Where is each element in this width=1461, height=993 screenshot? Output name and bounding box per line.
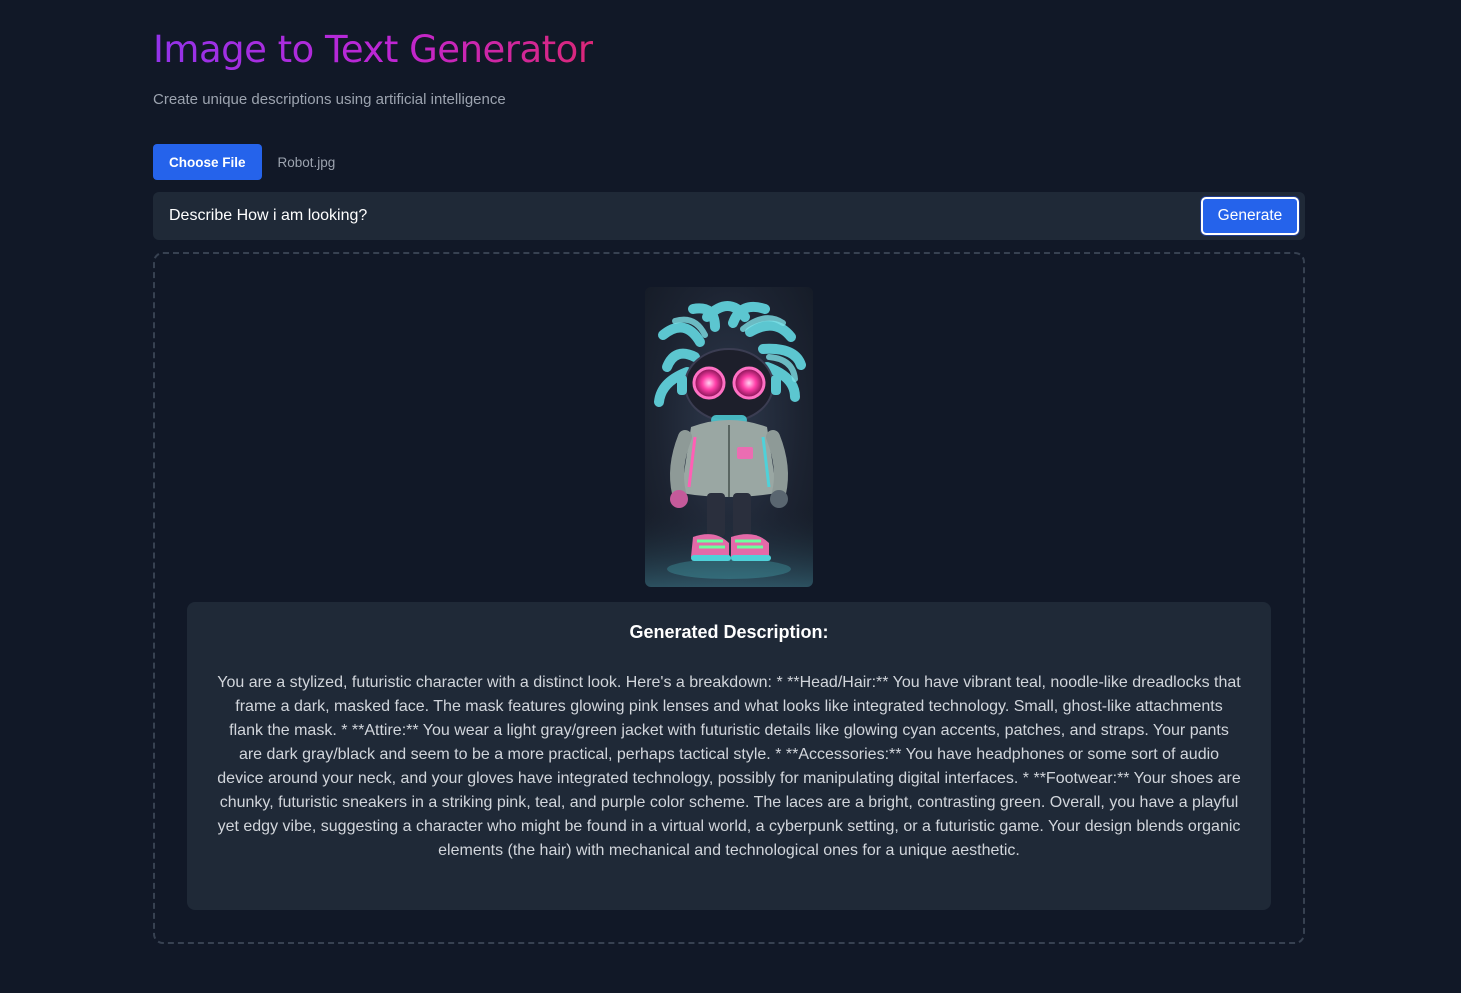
- image-dropzone[interactable]: Generated Description: You are a stylize…: [153, 252, 1305, 944]
- generate-button[interactable]: Generate: [1201, 197, 1299, 235]
- generated-description-panel: Generated Description: You are a stylize…: [187, 602, 1271, 910]
- robot-character-image: [645, 301, 813, 587]
- choose-file-button[interactable]: Choose File: [153, 144, 262, 180]
- file-upload-row: Choose File Robot.jpg: [153, 144, 335, 180]
- prompt-input[interactable]: [153, 192, 1193, 240]
- page-title: Image to Text Generator: [153, 28, 593, 71]
- uploaded-image-preview: [645, 287, 813, 587]
- page-subtitle: Create unique descriptions using artific…: [153, 91, 506, 108]
- selected-file-name: Robot.jpg: [277, 154, 336, 170]
- generated-description-heading: Generated Description:: [629, 622, 829, 642]
- prompt-bar: Generate: [153, 192, 1305, 240]
- generated-description-text: You are a stylized, futuristic character…: [217, 674, 1241, 859]
- app-page: Image to Text Generator Create unique de…: [0, 0, 1461, 993]
